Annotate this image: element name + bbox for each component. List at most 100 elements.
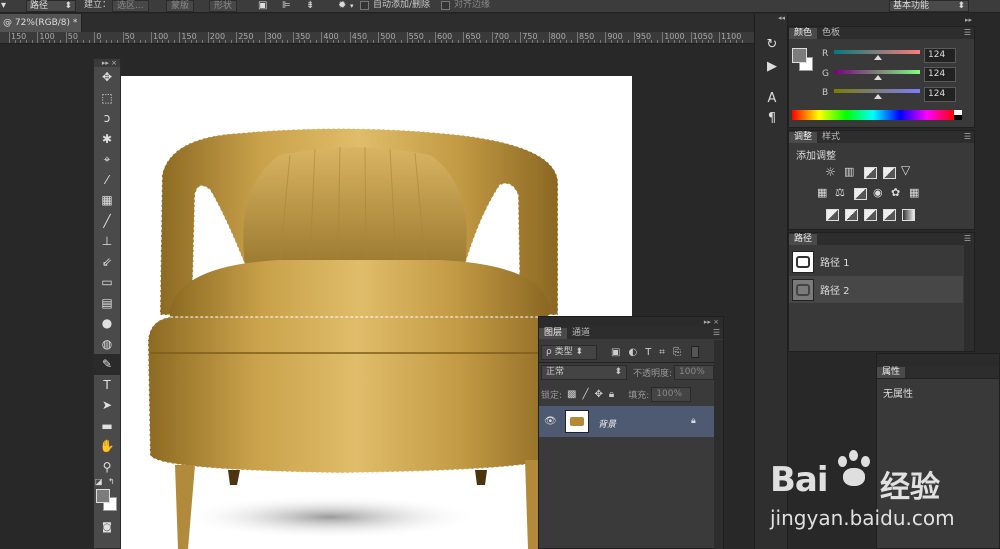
path-operations-icon[interactable]: ▣: [258, 0, 267, 12]
lock-transparent-icon[interactable]: ▩: [567, 389, 576, 400]
color-fg-swatch[interactable]: [792, 48, 807, 63]
lock-all-icon[interactable]: 🔒︎: [609, 389, 614, 400]
tab-layers[interactable]: 图层: [539, 328, 568, 339]
blend-mode-dropdown[interactable]: 正常 ⬍: [541, 364, 627, 380]
lasso-tool-icon[interactable]: ↄ: [94, 108, 120, 129]
invert-icon[interactable]: [826, 209, 839, 221]
collapse-right-icon[interactable]: ▸▸: [965, 16, 972, 24]
exposure-icon[interactable]: [883, 167, 896, 179]
tab-paths[interactable]: 路径: [789, 234, 818, 245]
black-white-swatch[interactable]: [954, 110, 962, 120]
blue-value-input[interactable]: 124: [924, 87, 956, 102]
selection-button[interactable]: 选区...: [112, 0, 149, 12]
pixel-filter-icon[interactable]: ▣: [611, 347, 620, 358]
pen-tool-icon[interactable]: ✎: [94, 354, 120, 375]
layers-scrollbar[interactable]: [714, 340, 723, 549]
actions-play-icon[interactable]: ▶: [763, 58, 781, 76]
posterize-icon[interactable]: [845, 209, 858, 221]
path-arrangement-icon[interactable]: ⇟: [306, 0, 314, 12]
rectangle-tool-icon[interactable]: ▬: [94, 416, 120, 437]
paths-scrollbar[interactable]: [964, 245, 974, 351]
green-slider-knob[interactable]: [874, 75, 882, 80]
lock-position-icon[interactable]: ✥: [595, 389, 603, 400]
gradient-tool-icon[interactable]: ▤: [94, 293, 120, 314]
marquee-tool-icon[interactable]: ⬚: [94, 88, 120, 109]
gear-icon[interactable]: ✹: [338, 0, 346, 12]
document-tab[interactable]: @ 72%(RGB/8) * ×: [0, 14, 82, 46]
red-slider-knob[interactable]: [874, 55, 882, 60]
swap-colors-icon[interactable]: ↰: [108, 477, 115, 486]
selective-color-icon[interactable]: [883, 209, 896, 221]
path-item-2[interactable]: 路径 2: [789, 276, 963, 303]
dodge-tool-icon[interactable]: ◍: [94, 334, 120, 355]
blue-slider[interactable]: [834, 89, 920, 93]
type-filter-icon[interactable]: T: [645, 347, 651, 358]
color-spectrum-bar[interactable]: [792, 110, 954, 120]
path-mode-dropdown[interactable]: 路径 ⬍: [26, 0, 76, 12]
crop-tool-icon[interactable]: ⌖: [94, 149, 120, 170]
black-white-icon[interactable]: [854, 188, 867, 200]
blur-tool-icon[interactable]: ●: [94, 313, 120, 334]
panel-menu-icon[interactable]: ☰: [713, 327, 720, 338]
zoom-tool-icon[interactable]: ⚲: [94, 457, 120, 478]
quick-mask-icon[interactable]: ◙: [94, 517, 120, 538]
levels-icon[interactable]: ▥: [844, 165, 854, 178]
collapse-icon[interactable]: ◂◂: [778, 14, 785, 22]
properties-panel-header[interactable]: [877, 354, 999, 366]
smart-object-filter-icon[interactable]: ⎘: [673, 347, 681, 358]
mask-button[interactable]: 蒙版: [166, 0, 195, 12]
move-tool-icon[interactable]: ✥: [94, 67, 120, 88]
adjustment-filter-icon[interactable]: ◐: [628, 347, 637, 358]
filter-toggle[interactable]: [690, 346, 699, 358]
opacity-input[interactable]: 100%: [674, 364, 715, 380]
type-tool-icon[interactable]: T: [94, 375, 120, 396]
hue-saturation-icon[interactable]: ▦: [817, 186, 827, 199]
history-icon[interactable]: ↻: [763, 36, 781, 54]
threshold-icon[interactable]: [864, 209, 877, 221]
tools-panel-header[interactable]: ▸▸ ×: [94, 59, 120, 67]
layer-filter-dropdown[interactable]: ρ 类型 ⬍: [541, 344, 597, 360]
shape-button[interactable]: 形状: [209, 0, 238, 12]
lock-paint-icon[interactable]: ╱: [583, 389, 589, 400]
foreground-color-swatch[interactable]: [96, 489, 110, 503]
channel-mixer-icon[interactable]: ✿: [891, 186, 900, 199]
path-item-1[interactable]: 路径 1: [789, 248, 963, 275]
eye-visibility-icon[interactable]: 👁︎: [544, 416, 557, 427]
gradient-map-icon[interactable]: [902, 209, 915, 221]
auto-add-delete-checkbox[interactable]: [360, 1, 369, 10]
photo-filter-icon[interactable]: ◉: [873, 186, 883, 199]
vibrance-icon[interactable]: ▽: [901, 163, 910, 177]
color-balance-icon[interactable]: ⚖: [835, 186, 845, 199]
path-alignment-icon[interactable]: ⊫: [282, 0, 291, 12]
brightness-icon[interactable]: ☼: [825, 165, 836, 179]
color-lookup-icon[interactable]: ▦: [909, 186, 919, 199]
curves-icon[interactable]: [864, 167, 877, 179]
red-slider[interactable]: [834, 50, 920, 54]
history-brush-tool-icon[interactable]: ⇙: [94, 252, 120, 273]
green-value-input[interactable]: 124: [924, 67, 956, 82]
eraser-tool-icon[interactable]: ▭: [94, 272, 120, 293]
tab-adjustments[interactable]: 调整: [789, 132, 818, 143]
healing-brush-tool-icon[interactable]: ▦: [94, 190, 120, 211]
layers-panel-header[interactable]: ▸▸ ×: [539, 317, 723, 327]
tab-channels[interactable]: 通道: [567, 328, 595, 339]
hand-tool-icon[interactable]: ✋: [94, 436, 120, 457]
fill-input[interactable]: 100%: [651, 386, 692, 402]
blue-slider-knob[interactable]: [874, 94, 882, 99]
panel-menu-icon[interactable]: ☰: [964, 27, 971, 38]
tab-styles[interactable]: 样式: [817, 132, 845, 143]
align-edges-checkbox[interactable]: [441, 1, 450, 10]
eyedropper-tool-icon[interactable]: ⁄: [94, 170, 120, 191]
character-icon[interactable]: A: [763, 90, 781, 108]
tab-properties[interactable]: 属性: [877, 367, 906, 378]
default-colors-icon[interactable]: ◪: [95, 477, 103, 486]
green-slider[interactable]: [834, 70, 920, 74]
paragraph-icon[interactable]: ¶: [763, 110, 781, 128]
tab-swatches[interactable]: 色板: [817, 28, 845, 39]
brush-tool-icon[interactable]: ╱: [94, 211, 120, 232]
panel-menu-icon[interactable]: ☰: [964, 233, 971, 244]
tool-preset-dropdown-icon[interactable]: ▾: [1, 0, 6, 12]
shape-filter-icon[interactable]: ⌗: [659, 347, 665, 358]
path-selection-tool-icon[interactable]: ➤: [94, 395, 120, 416]
magic-wand-tool-icon[interactable]: ✱: [94, 129, 120, 150]
